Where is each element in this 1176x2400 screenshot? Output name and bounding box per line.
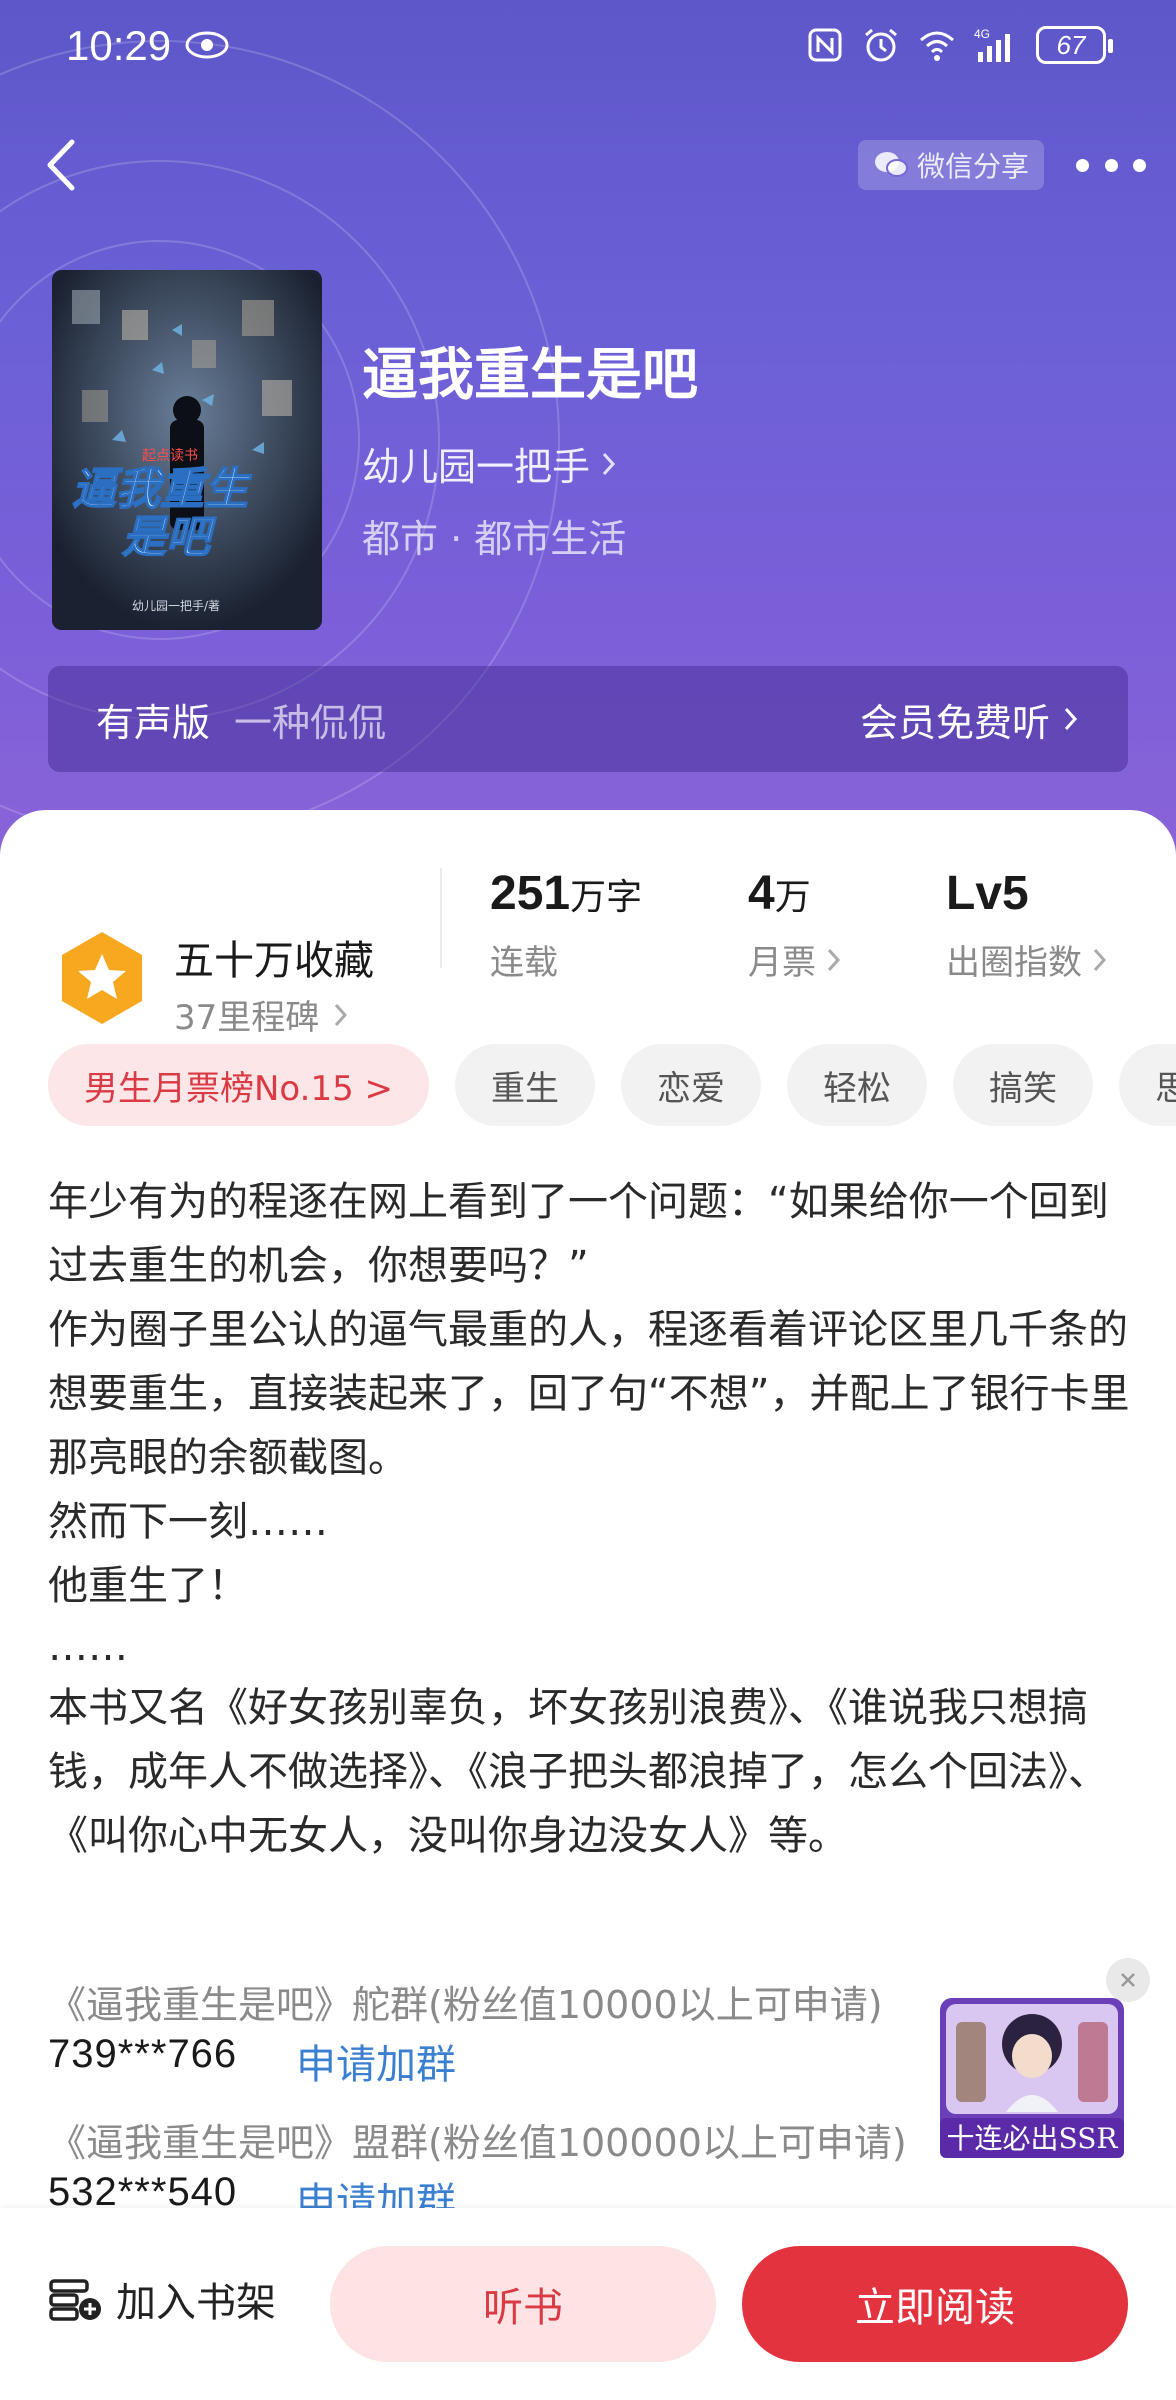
synopsis-paragraph: 年少有为的程逐在网上看到了一个问题：“如果给你一个回到过去重生的机会，你想要吗？… — [48, 1179, 1109, 1289]
shelf-label: 加入书架 — [116, 2280, 276, 2326]
chevron-right-icon — [1093, 948, 1107, 971]
popularity-index-stat[interactable]: Lv5 出圈指数 — [946, 866, 1108, 984]
chevron-right-icon — [827, 948, 841, 971]
popularity-level: Lv5 — [946, 867, 1029, 920]
svg-text:4G: 4G — [974, 27, 990, 41]
join-group-button[interactable]: 申请加群 — [296, 2032, 456, 2090]
word-unit: 万字 — [570, 877, 643, 918]
word-count-stat: 251万字 连载 — [490, 866, 642, 984]
tag-chip[interactable]: 恋爱 — [621, 1044, 762, 1126]
dot — [1104, 158, 1118, 172]
wechat-share-button[interactable]: 微信分享 — [858, 140, 1044, 190]
status-bar: 10:29 4G 67 — [0, 0, 1176, 100]
wifi-icon — [920, 31, 954, 61]
tag-list: 男生月票榜No.15 > 重生 恋爱 轻松 搞笑 思 — [48, 1044, 1176, 1126]
fan-group-name: 《逼我重生是吧》盟群(粉丝值100000以上可申请) — [48, 2121, 907, 2165]
ticket-unit: 万 — [774, 877, 811, 918]
synopsis-paragraph: 他重生了！ — [48, 1563, 248, 1609]
dot — [1133, 158, 1146, 172]
alarm-icon — [865, 28, 897, 62]
synopsis-paragraph: …… — [48, 1624, 128, 1670]
synopsis-paragraph: 本书又名《好女孩别辜负，坏女孩别浪费》、《谁说我只想搞钱，成年人不做选择》、《浪… — [48, 1685, 1108, 1859]
svg-text:十连必出SSR: 十连必出SSR — [947, 2122, 1119, 2155]
dot — [1076, 158, 1089, 172]
tag-chip[interactable]: 搞笑 — [953, 1044, 1094, 1126]
word-count: 251 — [490, 867, 571, 920]
synopsis-paragraph: 然而下一刻…… — [48, 1499, 328, 1545]
vip-label: 会员免费听 — [859, 700, 1050, 745]
divider — [440, 868, 442, 968]
close-ad-button[interactable] — [1106, 1958, 1150, 2002]
chevron-right-icon — [335, 1003, 348, 1026]
cover-art: 起点读书 逼我重生 是吧 幼儿园一把手/著 — [52, 270, 322, 630]
tag-chip[interactable]: 重生 — [455, 1044, 596, 1126]
add-to-shelf-button[interactable]: 加入书架 — [48, 2270, 276, 2328]
svg-text:幼儿园一把手/著: 幼儿园一把手/著 — [132, 599, 220, 613]
share-label: 微信分享 — [916, 150, 1029, 183]
audio-version-bar[interactable]: 有声版 一种侃侃 会员免费听 — [48, 666, 1128, 772]
favorites-medal-icon — [62, 932, 142, 1024]
synopsis-paragraph: 作为圈子里公认的逼气最重的人，程逐看着评论区里几千条的想要重生，直接装起来了，回… — [48, 1307, 1130, 1481]
more-menu-button[interactable] — [1076, 150, 1146, 180]
floating-game-ad[interactable]: 十连必出SSR — [936, 1982, 1128, 2162]
ticket-count: 4 — [748, 867, 775, 920]
close-icon — [1121, 1973, 1135, 1987]
author-link[interactable]: 幼儿园一把手 — [362, 436, 618, 491]
book-genre: 都市 · 都市生活 — [362, 517, 627, 561]
tag-chip[interactable]: 轻松 — [787, 1044, 928, 1126]
rank-tag[interactable]: 男生月票榜No.15 > — [48, 1044, 430, 1126]
fan-group-name: 《逼我重生是吧》舵群(粉丝值10000以上可申请) — [48, 1983, 883, 2027]
audio-label: 有声版 — [96, 700, 211, 745]
bookshelf-add-icon — [49, 2279, 101, 2321]
chevron-right-icon — [602, 452, 616, 475]
nfc-icon — [808, 28, 842, 62]
author-name: 幼儿园一把手 — [362, 445, 591, 489]
status-icons: 4G 67 — [806, 26, 1113, 64]
book-title: 逼我重生是吧 — [362, 343, 698, 408]
tag-chip[interactable]: 思 — [1119, 1044, 1176, 1126]
signal-icon: 4G — [974, 27, 1010, 62]
status-time: 10:29 — [66, 22, 172, 69]
book-cover[interactable]: 起点读书 逼我重生 是吧 幼儿园一把手/著 — [52, 270, 322, 630]
book-synopsis: 年少有为的程逐在网上看到了一个问题：“如果给你一个回到过去重生的机会，你想要吗？… — [48, 1170, 1138, 1868]
fan-group-id: 739***766 — [48, 2032, 238, 2076]
svg-text:逼我重生: 逼我重生 — [72, 464, 252, 515]
ticket-label: 月票 — [748, 943, 816, 983]
back-button[interactable] — [30, 130, 90, 200]
eye-icon — [185, 31, 229, 59]
serial-status: 连载 — [490, 943, 558, 983]
popularity-label: 出圈指数 — [946, 943, 1082, 983]
favorites-title: 五十万收藏 — [174, 938, 374, 984]
milestone-link[interactable]: 37里程碑 — [174, 990, 349, 1039]
vip-free-listen-link[interactable]: 会员免费听 — [860, 692, 1080, 747]
wechat-icon — [874, 152, 908, 177]
svg-text:起点读书: 起点读书 — [142, 447, 198, 464]
read-now-button[interactable]: 立即阅读 — [742, 2246, 1128, 2362]
audio-narrator: 一种侃侃 — [234, 700, 387, 745]
milestone-label: 37里程碑 — [174, 998, 320, 1038]
battery-indicator: 67 — [1036, 26, 1113, 64]
listen-button[interactable]: 听书 — [330, 2246, 716, 2362]
svg-text:是吧: 是吧 — [121, 512, 217, 563]
chevron-right-icon — [1064, 707, 1078, 731]
monthly-ticket-stat[interactable]: 4万 月票 — [748, 866, 842, 984]
